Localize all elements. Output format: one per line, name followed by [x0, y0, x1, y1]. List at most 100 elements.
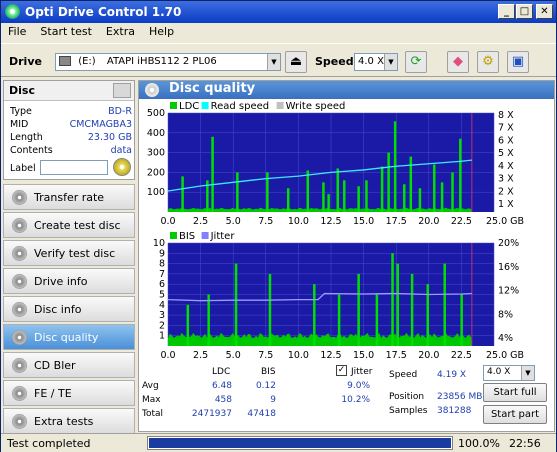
erase-button[interactable]: ◆ — [447, 51, 469, 73]
avg-label: Avg — [142, 381, 159, 391]
nav-label: Extra tests — [34, 415, 94, 428]
nav-drive-info[interactable]: Drive info — [3, 268, 135, 294]
x-tick-label: 22.5 — [451, 216, 472, 227]
save-button[interactable]: ▣ — [507, 51, 529, 73]
error-spike — [365, 180, 368, 212]
menu-start-test[interactable]: Start test — [33, 23, 99, 38]
nav-cd-bler[interactable]: CD Bler — [3, 352, 135, 378]
label-input[interactable] — [40, 160, 108, 175]
start-part-button[interactable]: Start part — [483, 405, 547, 424]
maximize-button[interactable]: □ — [516, 4, 533, 19]
nav-label: Create test disc — [34, 219, 121, 232]
x-tick-label: 2.5 — [193, 216, 208, 227]
legend-swatch — [170, 102, 177, 109]
error-spike — [396, 263, 400, 346]
start-full-button[interactable]: Start full — [483, 383, 547, 402]
speed-stat-value: 4.19 X — [437, 370, 467, 380]
error-spike — [387, 152, 390, 212]
disc-value: data — [110, 145, 132, 156]
nav-label: CD Bler — [34, 359, 76, 372]
y2-tick-label: 1 X — [498, 199, 514, 210]
nav-disc-info[interactable]: Disc info — [3, 296, 135, 322]
eject-button[interactable]: ⏏ — [285, 51, 307, 73]
label-disc-button[interactable] — [113, 158, 131, 176]
eject-icon: ⏏ — [289, 54, 303, 69]
col-ldc-header: LDC — [212, 367, 231, 377]
x-tick-label: 20.0 — [418, 216, 439, 227]
drive-select[interactable]: (E:) ATAPI iHBS112 2 PL06 ▼ — [55, 53, 281, 71]
y-tick-label: 100 — [147, 187, 165, 198]
error-spike — [426, 284, 429, 346]
disc-info-box: Disc Type BD-R MID CMCMAGBA3 Length 23.30 G… — [3, 80, 135, 180]
menu-file[interactable]: File — [1, 23, 33, 38]
y2-tick-label: 8 X — [498, 110, 514, 121]
y-tick-label: 1 — [159, 331, 165, 342]
x-tick-label: 15.0 — [353, 350, 374, 361]
error-spike — [440, 182, 444, 212]
avg-jitter: 9.0% — [347, 381, 370, 391]
test-speed-select[interactable]: 4.0 X ▼ — [483, 365, 535, 381]
nav-transfer-rate[interactable]: Transfer rate — [3, 184, 135, 210]
speed-select[interactable]: 4.0 X ▼ — [354, 53, 398, 71]
chevron-down-icon[interactable]: ▼ — [267, 54, 280, 70]
disc-icon — [12, 190, 27, 205]
disc-value: BD-R — [108, 106, 132, 117]
disc-key: Length — [10, 132, 43, 143]
x-tick-label: 25.0 GB — [486, 350, 524, 361]
chevron-down-icon[interactable]: ▼ — [521, 366, 534, 380]
x-tick-label: 20.0 — [418, 350, 439, 361]
y2-tick-label: 7 X — [498, 123, 514, 134]
nav-fe-te[interactable]: FE / TE — [3, 380, 135, 406]
y2-tick-label: 16% — [498, 262, 519, 273]
position-value: 23856 MB — [437, 392, 483, 402]
x-tick-label: 15.0 — [353, 216, 374, 227]
y2-tick-label: 6 X — [498, 135, 514, 146]
total-label: Total — [142, 409, 164, 419]
y2-tick-label: 5 X — [498, 148, 514, 159]
disc-key: MID — [10, 119, 29, 130]
x-tick-label: 7.5 — [258, 216, 273, 227]
legend-swatch — [170, 232, 177, 239]
nav-label: Disc quality — [34, 331, 99, 344]
max-bis: 9 — [270, 395, 276, 405]
elapsed-time: 22:56 — [509, 437, 541, 450]
nav-disc-quality[interactable]: Disc quality — [3, 324, 135, 350]
app-window: Opti Drive Control 1.70 _ □ ✕ File Start … — [0, 0, 557, 452]
error-spike — [357, 186, 360, 212]
error-spike — [410, 273, 414, 346]
settings-button[interactable]: ⚙ — [477, 51, 499, 73]
minimize-button[interactable]: _ — [498, 4, 515, 19]
disc-header-button[interactable] — [113, 83, 131, 98]
y2-tick-label: 8% — [498, 309, 513, 320]
y2-tick-label: 3 X — [498, 174, 514, 185]
title-bar[interactable]: Opti Drive Control 1.70 _ □ ✕ — [1, 1, 556, 23]
disc-icon — [12, 330, 27, 345]
refresh-button[interactable]: ⟳ — [405, 51, 427, 73]
close-button[interactable]: ✕ — [536, 4, 553, 19]
x-tick-label: 2.5 — [193, 350, 208, 361]
x-tick-label: 10.0 — [288, 216, 309, 227]
label-key: Label — [10, 163, 36, 174]
nav-extra-tests[interactable]: Extra tests — [3, 408, 135, 434]
x-tick-label: 12.5 — [320, 350, 341, 361]
avg-ldc: 6.48 — [211, 381, 232, 391]
menu-extra[interactable]: Extra — [99, 23, 142, 38]
y-tick-label: 200 — [147, 167, 165, 178]
disc-icon — [12, 246, 27, 261]
floppy-icon: ▣ — [511, 54, 525, 69]
menu-help[interactable]: Help — [142, 23, 181, 38]
nav-create-test-disc[interactable]: Create test disc — [3, 212, 135, 238]
refresh-icon: ⟳ — [410, 54, 422, 69]
jitter-label: Jitter — [351, 367, 373, 377]
error-spike — [234, 263, 238, 346]
legend-label: Jitter — [210, 231, 236, 242]
y2-tick-label: 2 X — [498, 186, 514, 197]
jitter-checkbox[interactable]: ✓ — [336, 365, 347, 376]
error-spike — [403, 184, 406, 212]
y-tick-label: 300 — [147, 148, 165, 159]
nav-verify-test-disc[interactable]: Verify test disc — [3, 240, 135, 266]
error-spike — [443, 263, 446, 346]
chevron-down-icon[interactable]: ▼ — [384, 54, 397, 70]
legend-label: LDC — [179, 101, 199, 112]
speed-select-value: 4.0 X — [358, 56, 384, 67]
